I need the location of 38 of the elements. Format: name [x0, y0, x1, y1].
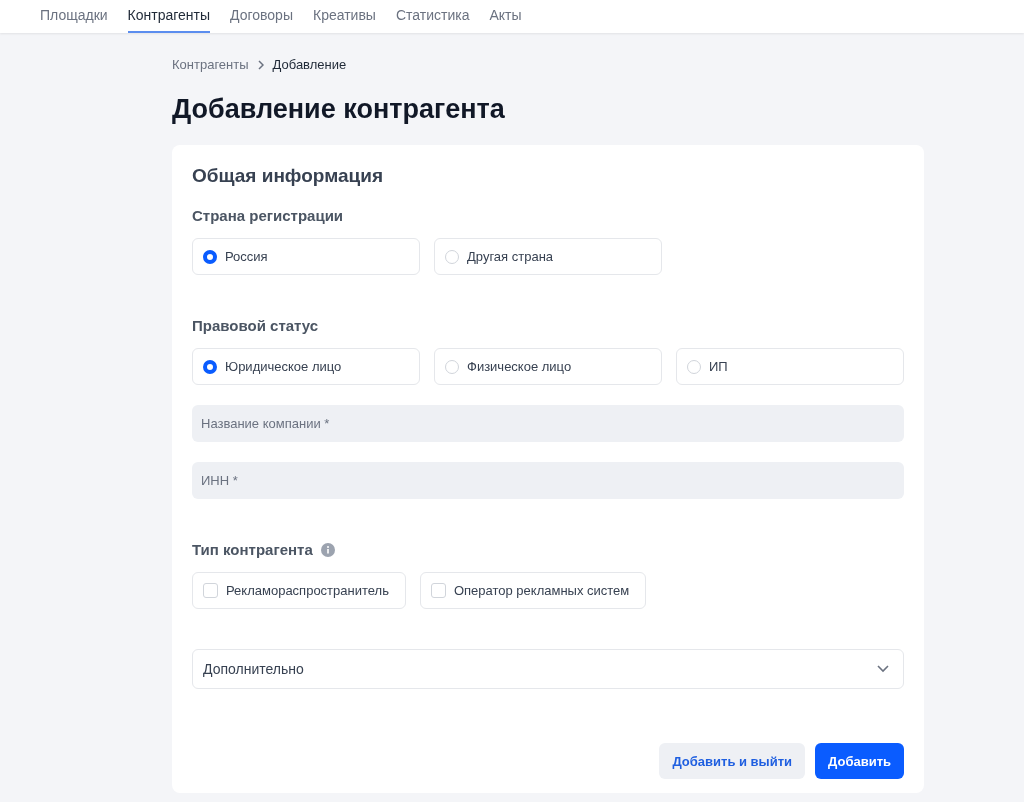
option-label: ИП: [709, 359, 728, 374]
option-label: Рекламораспространитель: [226, 583, 389, 598]
input-field[interactable]: ИНН *: [192, 462, 904, 499]
info-icon[interactable]: [320, 542, 335, 557]
radio-option[interactable]: Юридическое лицо: [192, 348, 420, 385]
option-label: Россия: [225, 249, 268, 264]
nav-tab[interactable]: Акты: [489, 0, 522, 33]
section-title: Общая информация: [192, 165, 385, 187]
add-button[interactable]: Добавить: [815, 743, 904, 779]
input-field[interactable]: Название компании *: [192, 405, 904, 442]
nav-tab[interactable]: Площадки: [40, 0, 108, 33]
radio-option[interactable]: Россия: [192, 238, 420, 275]
group-label: Правовой статус: [192, 317, 320, 334]
accordion-header[interactable]: Дополнительно: [192, 649, 904, 689]
checkbox-option[interactable]: Оператор рекламных систем: [419, 572, 647, 609]
page-title: Добавление контрагента: [172, 94, 506, 125]
option-label: Физическое лицо: [467, 359, 572, 374]
nav-tab[interactable]: Договоры: [230, 0, 293, 33]
checkbox-option[interactable]: Рекламораспространитель: [192, 572, 406, 609]
add-and-exit-button[interactable]: Добавить и выйти: [659, 743, 806, 779]
chevron-right-icon: [257, 59, 264, 70]
checkbox[interactable]: [203, 583, 218, 598]
nav-tab[interactable]: Креативы: [313, 0, 376, 33]
radio-button[interactable]: [203, 249, 217, 264]
option-label: Юридическое лицо: [225, 359, 342, 374]
radio-option[interactable]: Физическое лицо: [434, 348, 662, 385]
radio-option[interactable]: Другая страна: [434, 238, 662, 275]
nav-tab[interactable]: Контрагенты: [127, 0, 211, 33]
option-label: Оператор рекламных систем: [453, 583, 630, 598]
group-label: Тип контрагента: [192, 541, 313, 558]
radio-button[interactable]: [203, 359, 217, 374]
checkbox[interactable]: [430, 583, 446, 598]
breadcrumb-link[interactable]: Контрагенты: [172, 57, 249, 72]
nav-tab[interactable]: Статистика: [395, 0, 470, 33]
group-label: Страна регистрации: [192, 207, 345, 224]
accordion-title: Дополнительно: [203, 661, 304, 677]
radio-option[interactable]: ИП: [676, 348, 904, 385]
option-label: Другая страна: [467, 249, 554, 264]
